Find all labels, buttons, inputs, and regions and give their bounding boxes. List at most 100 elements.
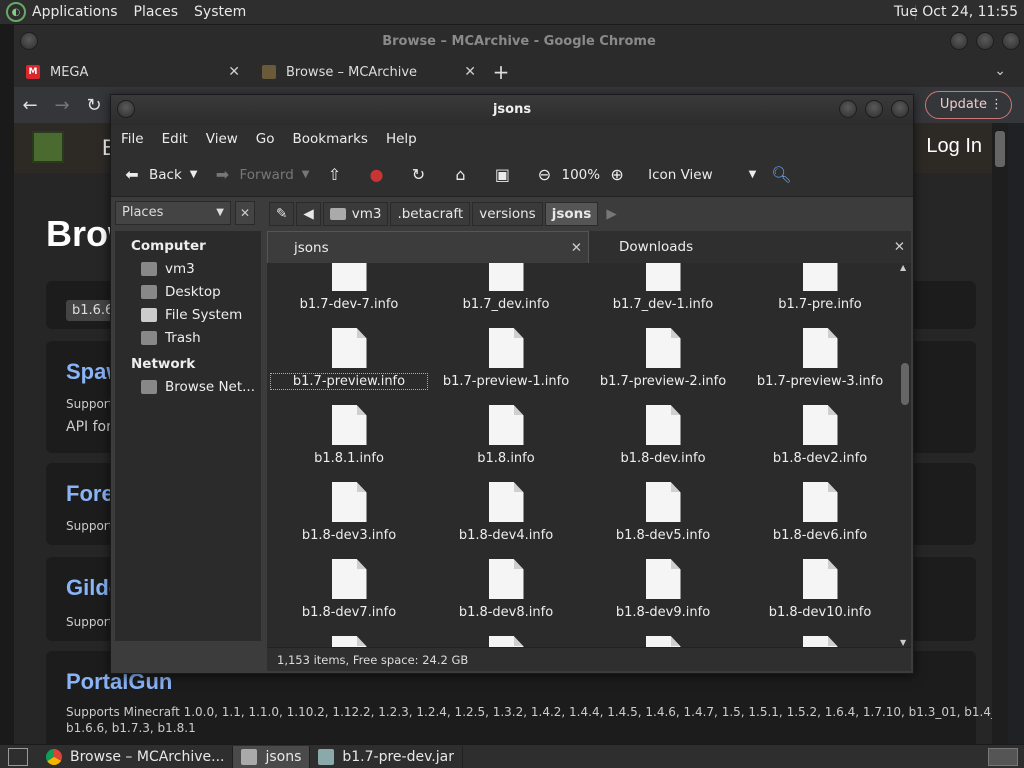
file-item[interactable]: b1.7-preview-3.info <box>742 328 898 389</box>
sidebar-item-vm3[interactable]: vm3 <box>141 257 261 280</box>
file-item[interactable]: b1.8-dev4.info <box>428 482 584 543</box>
scroll-thumb[interactable] <box>901 363 909 405</box>
computer-button[interactable]: ▣ <box>491 164 519 186</box>
taskbar-item-jsons[interactable]: jsons <box>233 745 311 768</box>
tab-mega[interactable]: M MEGA ✕ <box>14 57 250 87</box>
sidebar-item-file-system[interactable]: File System <box>141 303 261 326</box>
sidebar-item-trash[interactable]: Trash <box>141 326 261 349</box>
maximize-button[interactable] <box>865 100 883 118</box>
menu-go[interactable]: Go <box>256 131 275 147</box>
show-desktop-button[interactable] <box>8 747 28 766</box>
file-item[interactable]: b1.8.info <box>428 405 584 466</box>
minimize-button[interactable] <box>950 32 968 50</box>
close-tab-icon[interactable]: ✕ <box>464 64 476 80</box>
tab-mcarchive[interactable]: Browse – MCArchive ✕ <box>250 57 486 87</box>
taskbar-item-jar[interactable]: b1.7-pre-dev.jar <box>310 745 463 768</box>
file-manager-titlebar[interactable]: jsons <box>111 95 913 125</box>
tab-downloads[interactable]: Downloads ✕ <box>589 231 911 263</box>
taskbar-item-chrome[interactable]: Browse – MCArchive... <box>38 745 234 768</box>
file-item[interactable] <box>271 636 427 647</box>
scroll-thumb[interactable] <box>995 131 1005 167</box>
chrome-titlebar[interactable]: Browse – MCArchive - Google Chrome <box>14 25 1024 57</box>
maximize-button[interactable] <box>976 32 994 50</box>
file-item[interactable]: b1.8-dev2.info <box>742 405 898 466</box>
file-item[interactable] <box>742 636 898 647</box>
zoom-out-icon[interactable]: ⊖ <box>533 164 555 186</box>
file-item[interactable]: b1.8-dev8.info <box>428 559 584 620</box>
stop-button[interactable]: ● <box>365 164 393 186</box>
zoom-in-icon[interactable]: ⊕ <box>606 164 628 186</box>
minimize-button[interactable] <box>839 100 857 118</box>
site-scrollbar[interactable] <box>992 123 1008 745</box>
breadcrumb-next-arrow-icon[interactable]: ▶ <box>600 202 622 226</box>
window-menu-button[interactable] <box>117 100 135 118</box>
home-button[interactable]: ⌂ <box>449 164 477 186</box>
close-sidebar-icon[interactable]: ✕ <box>235 201 255 225</box>
distro-logo-icon[interactable]: ◐ <box>6 2 26 22</box>
back-history-dropdown-icon[interactable]: ▼ <box>190 169 198 180</box>
file-item[interactable]: b1.8.1.info <box>271 405 427 466</box>
up-button[interactable]: ⇧ <box>323 164 351 186</box>
file-item[interactable]: b1.8-dev5.info <box>585 482 741 543</box>
system-menu[interactable]: System <box>194 4 246 20</box>
file-item[interactable]: b1.7-preview-1.info <box>428 328 584 389</box>
file-icon-view[interactable]: b1.7-dev-7.info b1.7_dev.info b1.7_dev-1.i… <box>267 263 899 647</box>
more-menu-icon[interactable]: ⋮ <box>990 92 1003 118</box>
file-item[interactable]: b1.7-preview-2.info <box>585 328 741 389</box>
close-button[interactable] <box>1002 32 1020 50</box>
back-arrow-icon[interactable]: ← <box>14 95 46 116</box>
forward-arrow-icon[interactable]: → <box>46 95 78 116</box>
forward-button[interactable]: ➡ Forward ▼ <box>211 164 310 186</box>
breadcrumb-betacraft[interactable]: .betacraft <box>390 202 471 226</box>
login-link[interactable]: Log In <box>926 135 982 158</box>
view-mode-select[interactable]: Icon View ▼ <box>648 167 756 183</box>
close-tab-icon[interactable]: ✕ <box>571 232 582 264</box>
clock[interactable]: Tue Oct 24, 11:55 <box>894 4 1018 20</box>
workspace-switcher[interactable] <box>988 748 1018 766</box>
file-item[interactable]: b1.7-dev-7.info <box>271 263 427 312</box>
places-menu[interactable]: Places <box>134 4 179 20</box>
applications-menu[interactable]: Applications <box>32 4 118 20</box>
breadcrumb-prev-arrow-icon[interactable]: ◀ <box>296 202 321 226</box>
file-view-scrollbar[interactable]: ▲ ▼ <box>899 263 911 647</box>
file-item[interactable] <box>428 636 584 647</box>
sidebar-item-browse-network[interactable]: Browse Net... <box>141 375 261 398</box>
menu-view[interactable]: View <box>206 131 238 147</box>
menu-bookmarks[interactable]: Bookmarks <box>293 131 368 147</box>
close-tab-icon[interactable]: ✕ <box>894 231 905 263</box>
menu-file[interactable]: File <box>121 131 144 147</box>
file-item[interactable]: b1.7_dev.info <box>428 263 584 312</box>
menu-help[interactable]: Help <box>386 131 417 147</box>
scroll-up-icon[interactable]: ▲ <box>900 263 906 272</box>
search-button[interactable]: 🔍︎ <box>770 164 798 186</box>
breadcrumb-jsons[interactable]: jsons <box>544 202 599 226</box>
file-item[interactable]: b1.8-dev6.info <box>742 482 898 543</box>
site-logo[interactable] <box>32 131 64 163</box>
forward-history-dropdown-icon[interactable]: ▼ <box>302 169 310 180</box>
tab-jsons[interactable]: jsons ✕ <box>267 231 589 263</box>
sidebar-item-desktop[interactable]: Desktop <box>141 280 261 303</box>
file-item[interactable]: b1.8-dev7.info <box>271 559 427 620</box>
file-item[interactable]: b1.7-preview.info <box>270 328 428 390</box>
tab-search-chevron-icon[interactable]: ⌄ <box>994 63 1006 79</box>
file-item[interactable]: b1.8-dev3.info <box>271 482 427 543</box>
sidebar-places-select[interactable]: Places ▼ <box>115 201 231 225</box>
back-button[interactable]: ⬅ Back ▼ <box>121 164 197 186</box>
file-item[interactable]: b1.7-pre.info <box>742 263 898 312</box>
file-item[interactable]: b1.7_dev-1.info <box>585 263 741 312</box>
breadcrumb-vm3[interactable]: vm3 <box>322 202 389 226</box>
window-menu-button[interactable] <box>20 32 38 50</box>
scroll-down-icon[interactable]: ▼ <box>900 638 906 647</box>
menu-edit[interactable]: Edit <box>162 131 188 147</box>
edit-location-button[interactable]: ✎ <box>269 202 295 226</box>
file-item[interactable]: b1.8-dev9.info <box>585 559 741 620</box>
breadcrumb-versions[interactable]: versions <box>472 202 543 226</box>
file-item[interactable]: b1.8-dev.info <box>585 405 741 466</box>
reload-button[interactable]: ↻ <box>407 164 435 186</box>
new-tab-button[interactable]: + <box>486 57 516 87</box>
reload-icon[interactable]: ↻ <box>78 95 110 116</box>
update-button[interactable]: Update ⋮ <box>924 91 1012 119</box>
close-button[interactable] <box>891 100 909 118</box>
file-item[interactable] <box>585 636 741 647</box>
file-item[interactable]: b1.8-dev10.info <box>742 559 898 620</box>
